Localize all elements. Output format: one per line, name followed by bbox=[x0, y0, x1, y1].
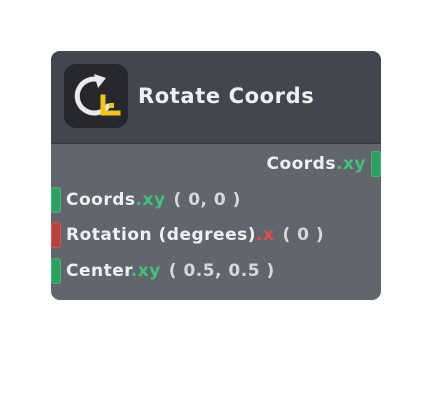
rotate-coords-node[interactable]: Rotate Coords Coords.xy Coords.xy( 0, 0 … bbox=[51, 51, 381, 300]
node-header[interactable]: Rotate Coords bbox=[51, 51, 381, 144]
input-rotation-suffix: .x bbox=[256, 225, 275, 245]
output-coords-label: Coords bbox=[266, 154, 336, 174]
input-rotation-label: Rotation (degrees) bbox=[66, 225, 256, 245]
output-coords-suffix: .xy bbox=[335, 154, 366, 174]
input-coords-default[interactable]: ( 0, 0 ) bbox=[174, 190, 241, 210]
input-coords-label: Coords bbox=[66, 190, 136, 210]
input-center-suffix: .xy bbox=[130, 261, 161, 281]
input-center-default[interactable]: ( 0.5, 0.5 ) bbox=[169, 261, 275, 281]
input-center-label: Center bbox=[66, 261, 131, 281]
input-coords-socket[interactable] bbox=[51, 187, 61, 213]
output-coords: Coords.xy bbox=[266, 151, 366, 177]
input-coords: Coords.xy ( 0, 0 ) bbox=[66, 187, 241, 213]
input-center-socket[interactable] bbox=[51, 258, 61, 284]
input-center: Center.xy ( 0.5, 0.5 ) bbox=[66, 258, 275, 284]
input-coords-suffix: .xy bbox=[135, 190, 166, 210]
output-coords-socket[interactable] bbox=[371, 151, 381, 177]
node-title: Rotate Coords bbox=[138, 84, 315, 108]
input-rotation-socket[interactable] bbox=[51, 222, 61, 248]
input-rotation: Rotation (degrees).x ( 0 ) bbox=[66, 222, 324, 248]
input-rotation-default[interactable]: ( 0 ) bbox=[282, 225, 324, 245]
rotate-coords-icon bbox=[64, 64, 128, 128]
